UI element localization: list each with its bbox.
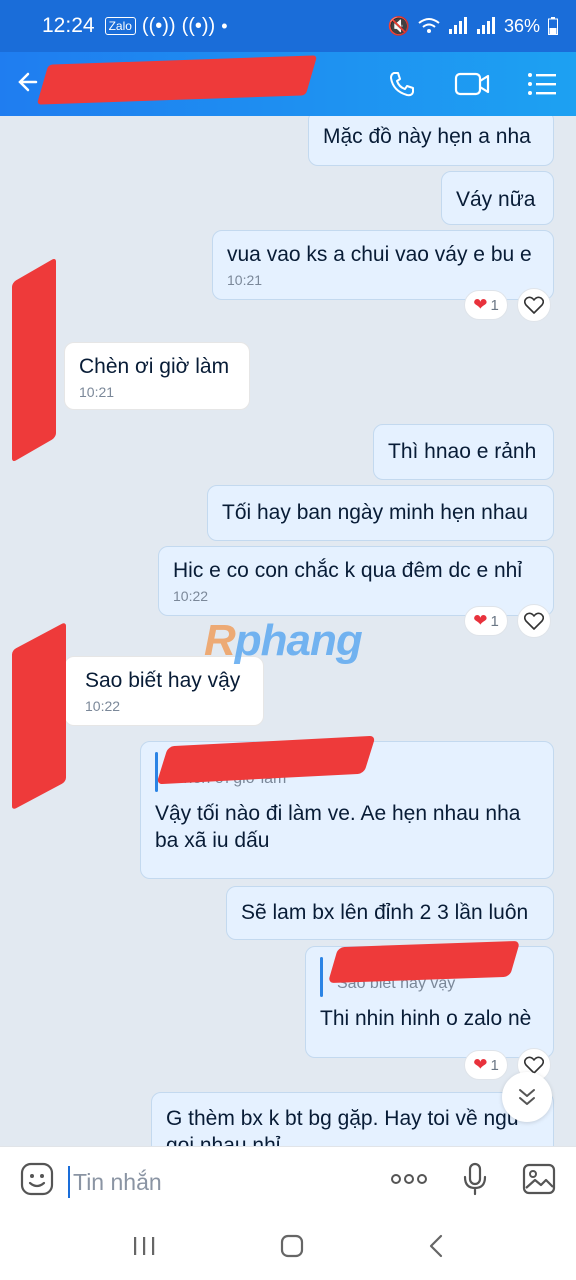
message-bubble[interactable]: Sao biết hay vậy 10:22 [64, 656, 264, 726]
video-camera-icon [454, 72, 490, 96]
message-time: 10:22 [173, 588, 209, 604]
chat-header [0, 52, 576, 116]
message-bubble[interactable]: Tối hay ban ngày minh hẹn nhau [207, 485, 554, 541]
redaction-mark [12, 257, 56, 463]
reaction-number: 1 [490, 612, 499, 630]
watermark: Rphang [204, 616, 363, 666]
message-text: Tối hay ban ngày minh hẹn nhau [222, 501, 528, 524]
mute-icon: 🔇 [387, 15, 410, 36]
recent-apps-button[interactable] [132, 1235, 156, 1262]
composer-tools [390, 1162, 556, 1201]
watermark-letter: R [204, 616, 236, 665]
redaction-mark [12, 621, 66, 811]
image-button[interactable] [522, 1163, 556, 1200]
message-bubble[interactable]: Thì hnao e rảnh [373, 424, 554, 480]
message-text: Mặc đồ này hẹn a nha [323, 125, 531, 148]
battery-icon [548, 17, 558, 35]
hotspot-icon-2: ((•)) [181, 14, 216, 37]
clock: 12:24 [42, 14, 95, 37]
like-button[interactable] [517, 288, 551, 322]
heart-icon: ❤ [473, 295, 488, 314]
message-bubble[interactable]: Sẽ lam bx lên đỉnh 2 3 lần luôn [226, 886, 554, 940]
home-button[interactable] [280, 1234, 304, 1263]
image-gallery-icon [522, 1163, 556, 1195]
list-menu-icon [528, 73, 556, 95]
voice-button[interactable] [462, 1162, 488, 1201]
message-text: Thì hnao e rảnh [388, 440, 537, 463]
message-bubble[interactable]: vua vao ks a chui vao váy e bu e 10:21 [212, 230, 554, 300]
message-input[interactable]: Tin nhắn [68, 1165, 390, 1198]
double-chevron-down-icon [519, 1089, 535, 1105]
redaction-mark [327, 940, 521, 984]
redaction-mark [36, 55, 318, 105]
message-bubble[interactable]: Chèn ơi giờ làm 10:21 [64, 342, 250, 410]
reaction-number: 1 [490, 296, 499, 314]
message-text: Váy nữa [456, 188, 536, 211]
quote-line [320, 957, 323, 997]
message-text: Sao biết hay vậy [85, 669, 241, 692]
message-time: 10:22 [85, 698, 121, 714]
sticker-button[interactable] [20, 1162, 54, 1201]
message-list[interactable]: Mặc đồ này hẹn a nha Váy nữa vua vao ks … [0, 116, 576, 1146]
reaction-count[interactable]: ❤ 1 [464, 1050, 508, 1080]
message-text: Thi nhin hinh o zalo nè [320, 1007, 532, 1030]
message-text: G thèm bx k bt bg gặp. Hay toi về ngủ go… [166, 1107, 519, 1146]
notification-dot-icon: • [221, 15, 228, 36]
chevron-left-icon [429, 1234, 443, 1257]
zalo-notification-icon: Zalo [104, 17, 136, 35]
scroll-to-bottom-button[interactable] [502, 1072, 552, 1122]
quote-line [155, 752, 158, 792]
message-text: Sẽ lam bx lên đỉnh 2 3 lần luôn [241, 901, 529, 924]
video-call-button[interactable] [454, 66, 490, 102]
system-nav-bar [0, 1216, 576, 1280]
message-bubble[interactable]: Váy nữa [441, 171, 554, 225]
header-actions [384, 66, 560, 102]
heart-outline-icon [524, 296, 544, 314]
home-icon [280, 1234, 304, 1257]
emoji-sticker-icon [20, 1162, 54, 1196]
message-bubble[interactable]: G thèm bx k bt bg gặp. Hay toi về ngủ go… [151, 1092, 554, 1146]
status-bar: 12:24 Zalo ((•)) ((•)) • 🔇 36% [0, 0, 576, 52]
signal-icon-2 [476, 17, 495, 34]
message-text: Hic e co con chắc k qua đêm dc e nhỉ [173, 559, 523, 582]
recent-apps-icon [134, 1236, 155, 1255]
reaction-count[interactable]: ❤ 1 [464, 606, 508, 636]
heart-icon: ❤ [473, 611, 488, 630]
battery-percent: 36% [503, 15, 540, 36]
heart-outline-icon [524, 612, 544, 630]
microphone-icon [463, 1162, 487, 1196]
message-text: Vậy tối nào đi làm ve. Ae hẹn nhau nha b… [155, 802, 521, 852]
message-time: 10:21 [227, 272, 263, 288]
more-button[interactable] [390, 1172, 428, 1191]
like-button[interactable] [517, 604, 551, 638]
message-bubble[interactable]: Mặc đồ này hẹn a nha [308, 116, 554, 166]
back-nav-button[interactable] [428, 1234, 444, 1263]
menu-button[interactable] [524, 66, 560, 102]
message-composer: Tin nhắn [0, 1146, 576, 1216]
watermark-word: phang [234, 616, 363, 665]
reaction-count[interactable]: ❤ 1 [464, 290, 508, 320]
reaction-number: 1 [490, 1056, 499, 1074]
message-time: 10:21 [79, 384, 115, 400]
call-button[interactable] [384, 66, 420, 102]
signal-icon [448, 17, 467, 34]
message-text: Chèn ơi giờ làm [79, 355, 230, 378]
wifi-icon [418, 18, 440, 33]
message-text: vua vao ks a chui vao váy e bu e [227, 243, 532, 266]
hotspot-icon: ((•)) [141, 14, 176, 37]
more-dots-icon [391, 1174, 427, 1184]
heart-icon: ❤ [473, 1055, 488, 1074]
status-right: 🔇 36% [388, 16, 558, 37]
arrow-left-icon [18, 72, 38, 91]
phone-icon [390, 72, 414, 97]
